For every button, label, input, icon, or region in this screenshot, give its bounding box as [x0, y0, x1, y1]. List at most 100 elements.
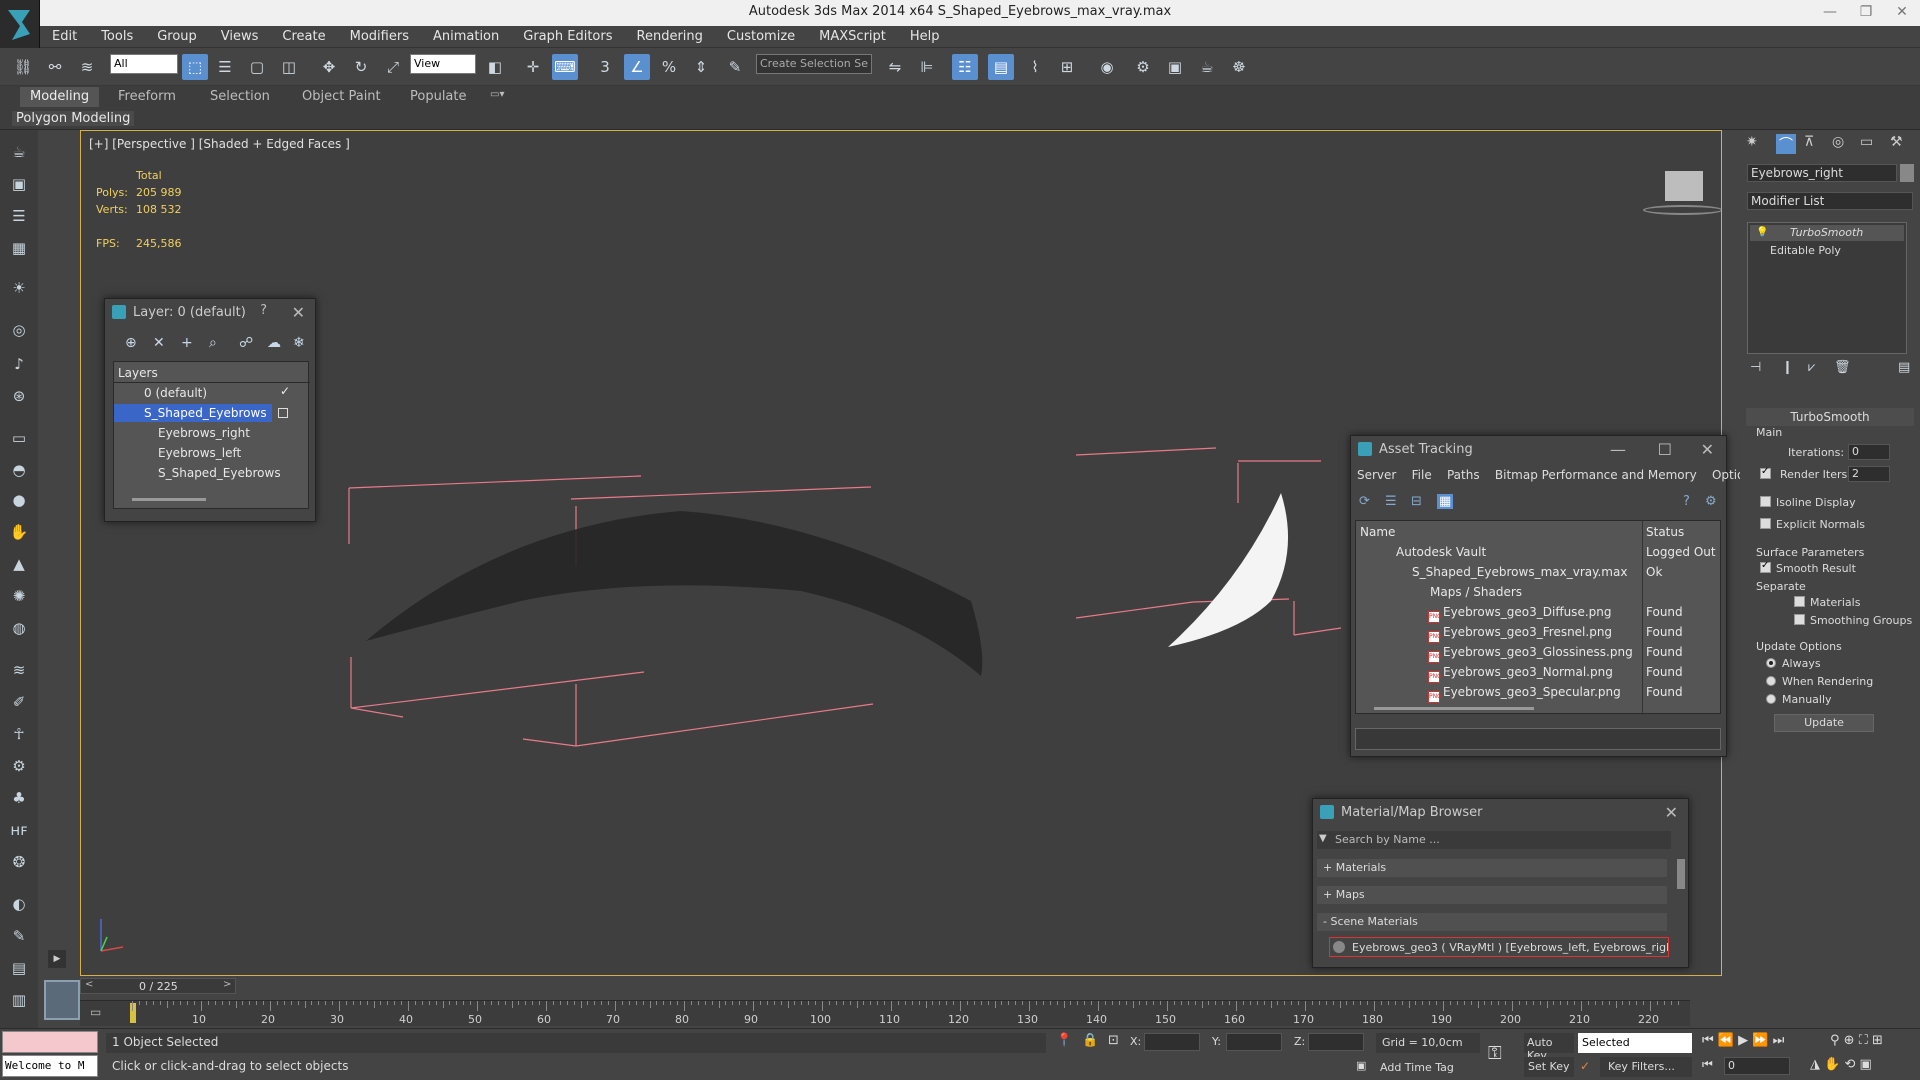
restore-icon[interactable]: ❐: [1848, 0, 1884, 24]
fov-icon[interactable]: ◮: [1810, 1057, 1820, 1072]
modifier-list-dropdown[interactable]: Modifier List: [1747, 192, 1913, 210]
prev-frame-icon[interactable]: ⏪: [1718, 1033, 1734, 1048]
pan-icon[interactable]: ✋: [1824, 1057, 1840, 1072]
add-time-tag[interactable]: Add Time Tag: [1380, 1061, 1454, 1074]
asset-row-name[interactable]: PNGEyebrows_geo3_Fresnel.png: [1428, 623, 1642, 643]
help-icon[interactable]: ?: [1683, 494, 1690, 509]
scene-explorer-icon[interactable]: ☰: [7, 204, 31, 228]
tab-selection[interactable]: Selection: [210, 89, 270, 104]
refresh-icon[interactable]: ⟳: [1359, 494, 1370, 509]
link-icon[interactable]: ⛓: [10, 54, 36, 80]
minimize-icon[interactable]: —: [1812, 0, 1848, 24]
y-coordinate-field[interactable]: [1226, 1033, 1282, 1051]
isolate-icon[interactable]: 📍: [1056, 1033, 1072, 1048]
lock-selection-icon[interactable]: 🔒: [1082, 1033, 1098, 1048]
named-selection-sets-dropdown[interactable]: Create Selection Se: [756, 54, 872, 74]
show-end-result-icon[interactable]: ❙: [1782, 360, 1793, 375]
scrollbar[interactable]: [1677, 859, 1685, 889]
asset-row-name[interactable]: S_Shaped_Eyebrows_max_vray.max: [1412, 563, 1642, 581]
absolute-mode-icon[interactable]: ⊡: [1108, 1033, 1119, 1048]
curve-editor-icon[interactable]: ⌇: [1022, 54, 1048, 80]
delete-layer-icon[interactable]: ✕: [153, 335, 165, 351]
make-unique-icon[interactable]: ⩗: [1808, 360, 1815, 375]
key-mode-dropdown[interactable]: Selected: [1578, 1033, 1692, 1053]
smoothing-groups-checkbox[interactable]: [1794, 614, 1805, 625]
maxscript-listener-input[interactable]: Welcome to M: [2, 1055, 98, 1077]
layer-checkbox[interactable]: [278, 408, 288, 418]
eyebrow-left-mesh[interactable]: [366, 511, 983, 676]
render-iterative-icon[interactable]: ☸: [1226, 54, 1252, 80]
edit-named-sel-icon[interactable]: ✎: [722, 54, 748, 80]
bind-spacewarp-icon[interactable]: ≋: [74, 54, 100, 80]
notes-icon[interactable]: ✎: [7, 924, 31, 948]
ribbon-toggle-icon[interactable]: ▤: [988, 54, 1014, 80]
box-icon[interactable]: ▭: [7, 426, 31, 450]
zoom-all-icon[interactable]: ⊕: [1844, 1033, 1855, 1048]
key-icon[interactable]: ⚿: [1488, 1043, 1502, 1064]
window-crossing-icon[interactable]: ◫: [276, 54, 302, 80]
align-icon[interactable]: ⊫: [914, 54, 940, 80]
scale-icon[interactable]: ⤢: [380, 54, 406, 80]
time-slider[interactable]: < 0 / 225 >: [80, 978, 236, 994]
maximize-icon[interactable]: ☐: [1658, 440, 1672, 459]
zoom-icon[interactable]: ⚲: [1830, 1033, 1840, 1048]
menu-group[interactable]: Group: [145, 26, 209, 44]
select-layer-icon[interactable]: ⌕: [209, 335, 217, 351]
smooth-result-checkbox[interactable]: [1760, 560, 1771, 573]
zoom-extents-all-icon[interactable]: ⊞: [1872, 1033, 1883, 1048]
ref-coord-dropdown[interactable]: View: [410, 54, 476, 74]
manually-radio[interactable]: [1766, 694, 1776, 704]
app-logo-icon[interactable]: [0, 0, 40, 54]
scrollbar[interactable]: [1374, 707, 1534, 710]
rectangular-selection-icon[interactable]: ▢: [244, 54, 270, 80]
menu-bitmap-performance[interactable]: Bitmap Performance and Memory: [1495, 468, 1697, 482]
current-frame-field[interactable]: 0: [1724, 1057, 1790, 1075]
reel-icon[interactable]: ⊛: [7, 384, 31, 408]
configure-sets-icon[interactable]: ▤: [1898, 360, 1910, 375]
zoom-extents-icon[interactable]: ⛶: [1859, 1033, 1868, 1048]
freeze-all-icon[interactable]: ❄: [293, 335, 305, 351]
expand-toolbar-icon[interactable]: ▶: [48, 950, 66, 968]
hierarchy-tab-icon[interactable]: ⊼: [1804, 134, 1814, 150]
hair-icon[interactable]: ≋: [7, 658, 31, 682]
mirror-icon[interactable]: ⇋: [882, 54, 908, 80]
pivot-icon[interactable]: ◧: [482, 54, 508, 80]
go-to-start-icon[interactable]: ⏮: [1702, 1033, 1714, 1048]
render-iters-spinner[interactable]: 2: [1848, 466, 1890, 482]
remove-modifier-icon[interactable]: 🗑: [1834, 360, 1851, 375]
selection-filter-dropdown[interactable]: All: [110, 54, 178, 74]
track-bar[interactable]: ▭ 10 20 30 40 50 60 70 80 90 100 110 120…: [80, 1000, 1690, 1026]
display-tab-icon[interactable]: ▭: [1860, 134, 1873, 150]
keyboard-shortcut-icon[interactable]: ⌨: [552, 54, 578, 80]
globe-icon[interactable]: ◐: [7, 892, 31, 916]
tab-freeform[interactable]: Freeform: [118, 89, 176, 104]
z-coordinate-field[interactable]: [1308, 1033, 1364, 1051]
menu-maxscript[interactable]: MAXScript: [807, 26, 898, 44]
trash-icon[interactable]: ▥: [7, 988, 31, 1012]
select-manipulate-icon[interactable]: ✛: [520, 54, 546, 80]
time-cursor[interactable]: [130, 1003, 136, 1023]
new-layer-icon[interactable]: ⊕: [125, 335, 137, 351]
search-options-icon[interactable]: ▼: [1319, 833, 1327, 844]
menu-modifiers[interactable]: Modifiers: [338, 26, 421, 44]
percent-snap-icon[interactable]: %: [656, 54, 682, 80]
gear-icon[interactable]: ⚙: [7, 754, 31, 778]
tab-object-paint[interactable]: Object Paint: [302, 89, 381, 104]
current-layer-check-icon[interactable]: ✓: [280, 384, 290, 398]
unlink-icon[interactable]: ⚯: [42, 54, 68, 80]
object-color-swatch[interactable]: [1900, 164, 1914, 182]
key-mode-toggle-icon[interactable]: ⏮: [1702, 1057, 1713, 1072]
layer-row[interactable]: Eyebrows_right: [114, 424, 310, 442]
update-button[interactable]: Update: [1774, 714, 1874, 732]
menu-views[interactable]: Views: [209, 26, 271, 44]
tab-populate[interactable]: Populate: [410, 89, 467, 104]
camera-icon[interactable]: ◎: [7, 318, 31, 342]
minimize-icon[interactable]: —: [1610, 440, 1626, 459]
mini-listener-button[interactable]: [44, 980, 80, 1020]
help-icon[interactable]: ?: [260, 303, 267, 318]
add-to-layer-icon[interactable]: +: [181, 335, 193, 351]
column-name-header[interactable]: Name: [1360, 523, 1640, 541]
rotate-icon[interactable]: ↻: [348, 54, 374, 80]
explicit-normals-checkbox[interactable]: [1760, 518, 1771, 529]
menu-help[interactable]: Help: [898, 26, 952, 44]
